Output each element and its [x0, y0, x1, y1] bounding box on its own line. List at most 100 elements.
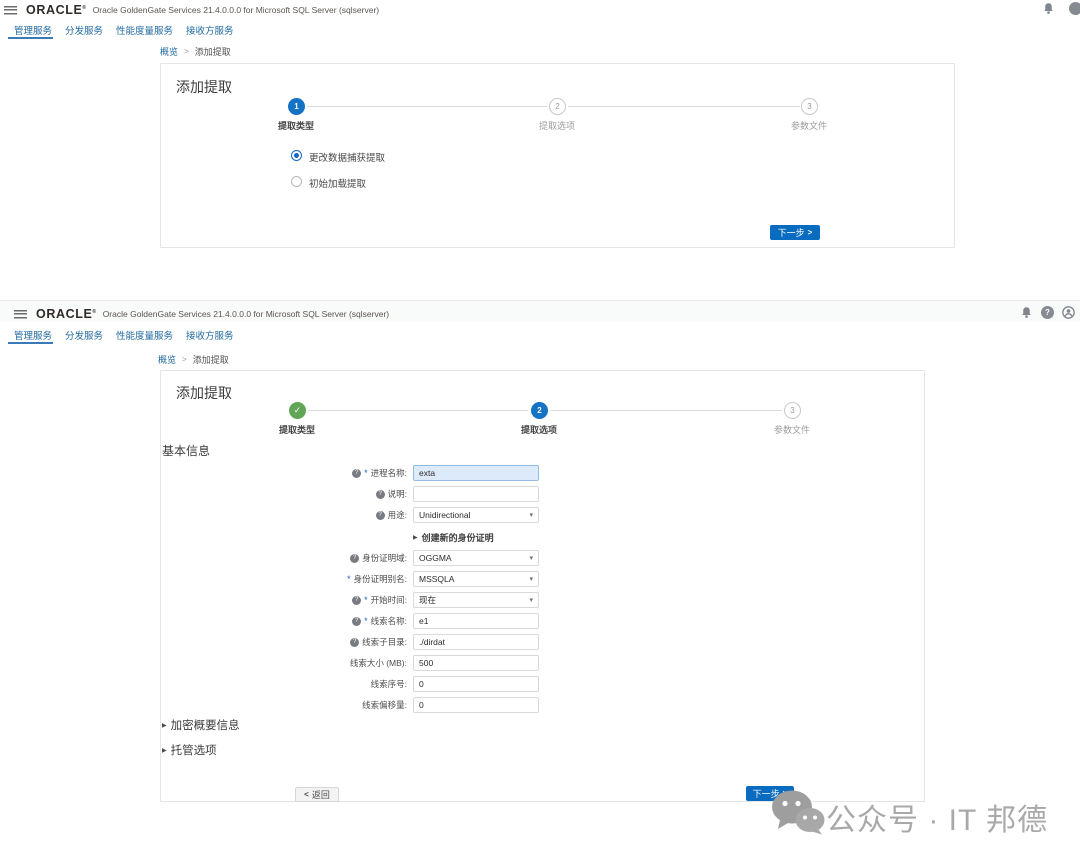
tab-administration[interactable]: 管理服务 [14, 328, 52, 342]
managed-options-section[interactable]: 托管选项 [162, 742, 217, 758]
section-basic-info: 基本信息 [162, 442, 210, 459]
trail-seq-input[interactable]: 0 [413, 676, 539, 692]
step-2-label: 提取选项 [539, 119, 575, 132]
breadcrumb-separator: > [184, 47, 189, 56]
help-icon[interactable] [350, 638, 359, 647]
required-asterisk [364, 596, 368, 604]
breadcrumb: 概览 > 添加提取 [158, 353, 229, 366]
process-name-label: 进程名称: [371, 467, 407, 479]
page-title: 添加提取 [176, 383, 232, 403]
screenshot-step2: ORACLE® Oracle GoldenGate Services 21.4.… [0, 300, 1080, 854]
encryption-profile-section[interactable]: 加密概要信息 [162, 717, 240, 733]
tab-performance[interactable]: 性能度量服务 [116, 23, 173, 37]
step-1-circle[interactable]: 1 [288, 98, 305, 115]
breadcrumb-overview[interactable]: 概览 [158, 353, 176, 366]
caret-down-icon [529, 575, 533, 583]
radio-initial-load[interactable] [291, 176, 302, 187]
trail-name-label: 线索名称: [371, 615, 407, 627]
caret-down-icon [529, 511, 533, 519]
tab-distribution[interactable]: 分发服务 [65, 328, 103, 342]
step-3-circle[interactable]: 3 [784, 402, 801, 419]
begin-time-select[interactable]: 现在 [413, 592, 539, 608]
trail-subdir-label: 线索子目录: [362, 636, 407, 648]
tab-administration[interactable]: 管理服务 [14, 23, 52, 37]
screenshot-step1: ORACLE® Oracle GoldenGate Services 21.4.… [0, 0, 1080, 252]
trail-seq-label: 线索序号: [371, 678, 407, 690]
wechat-icon [770, 789, 826, 835]
breadcrumb-current: 添加提取 [195, 45, 231, 58]
help-icon[interactable] [1069, 2, 1080, 15]
help-icon[interactable] [376, 490, 385, 499]
step-connector [550, 410, 782, 411]
caret-down-icon [529, 554, 533, 562]
help-icon[interactable] [376, 511, 385, 520]
description-label: 说明: [388, 488, 407, 500]
breadcrumb-overview[interactable]: 概览 [160, 45, 178, 58]
watermark-text: 公众号 · IT 邦德 [826, 795, 1048, 839]
help-icon[interactable]: ? [1041, 306, 1054, 319]
intent-select[interactable]: Unidirectional [413, 507, 539, 523]
product-title: Oracle GoldenGate Services 21.4.0.0.0 fo… [93, 5, 379, 15]
step-3-circle[interactable]: 3 [801, 98, 818, 115]
trail-subdir-input[interactable]: ./dirdat [413, 634, 539, 650]
breadcrumb: 概览 > 添加提取 [160, 45, 231, 58]
oracle-logo: ORACLE® [36, 307, 97, 321]
process-name-input[interactable]: exta [413, 465, 539, 481]
required-asterisk [364, 617, 368, 625]
user-icon[interactable] [1062, 306, 1075, 319]
next-button[interactable]: 下一步 [770, 225, 820, 240]
radio-change-data-capture[interactable] [291, 150, 302, 161]
step-2-label: 提取选项 [521, 423, 557, 436]
service-nav: 管理服务 分发服务 性能度量服务 接收方服务 [14, 23, 234, 37]
active-tab-underline [8, 37, 53, 39]
step-3-label: 参数文件 [791, 119, 827, 132]
product-title: Oracle GoldenGate Services 21.4.0.0.0 fo… [103, 309, 389, 319]
app-header: ORACLE® Oracle GoldenGate Services 21.4.… [4, 3, 379, 17]
step-1-label: 提取类型 [278, 119, 314, 132]
trail-size-label: 线索大小 (MB): [350, 657, 407, 669]
service-nav: 管理服务 分发服务 性能度量服务 接收方服务 [14, 328, 234, 342]
bell-icon[interactable] [1020, 306, 1033, 319]
required-asterisk [364, 469, 368, 477]
credential-alias-label: 身份证明别名: [354, 573, 407, 585]
active-tab-underline [8, 342, 53, 344]
menu-icon[interactable] [14, 310, 27, 319]
trail-name-input[interactable]: e1 [413, 613, 539, 629]
menu-icon[interactable] [4, 6, 17, 15]
page-title: 添加提取 [176, 77, 232, 97]
tab-receiver[interactable]: 接收方服务 [186, 328, 234, 342]
tab-performance[interactable]: 性能度量服务 [116, 328, 173, 342]
description-input[interactable] [413, 486, 539, 502]
breadcrumb-separator: > [182, 355, 187, 364]
tab-distribution[interactable]: 分发服务 [65, 23, 103, 37]
help-icon[interactable] [352, 469, 361, 478]
bell-icon[interactable] [1042, 2, 1055, 15]
app-header: ORACLE® Oracle GoldenGate Services 21.4.… [14, 307, 389, 321]
caret-down-icon [529, 596, 533, 604]
step-2-circle[interactable]: 2 [531, 402, 548, 419]
help-icon[interactable] [352, 596, 361, 605]
intent-label: 用途: [388, 509, 407, 521]
radio-initial-load-label[interactable]: 初始加载提取 [309, 176, 366, 190]
step-1-circle[interactable] [289, 402, 306, 419]
oracle-logo: ORACLE® [26, 3, 87, 17]
step-2-circle[interactable]: 2 [549, 98, 566, 115]
credential-alias-select[interactable]: MSSQLA [413, 571, 539, 587]
credential-domain-label: 身份证明域: [362, 552, 407, 564]
help-icon[interactable] [352, 617, 361, 626]
step-connector [307, 106, 547, 107]
credential-domain-select[interactable]: OGGMA [413, 550, 539, 566]
step-3-label: 参数文件 [774, 423, 810, 436]
back-button[interactable]: 返回 [295, 787, 339, 802]
tab-receiver[interactable]: 接收方服务 [186, 23, 234, 37]
create-credential-link[interactable]: 创建新的身份证明 [413, 531, 494, 544]
help-icon[interactable] [350, 554, 359, 563]
radio-change-data-capture-label[interactable]: 更改数据捕获提取 [309, 150, 385, 164]
step-connector [308, 410, 528, 411]
step-1-label: 提取类型 [279, 423, 315, 436]
required-asterisk [347, 575, 351, 583]
begin-time-label: 开始时间: [371, 594, 407, 606]
disclosure-triangle-icon [162, 722, 167, 729]
trail-size-input[interactable]: 500 [413, 655, 539, 671]
trail-offset-input[interactable]: 0 [413, 697, 539, 713]
